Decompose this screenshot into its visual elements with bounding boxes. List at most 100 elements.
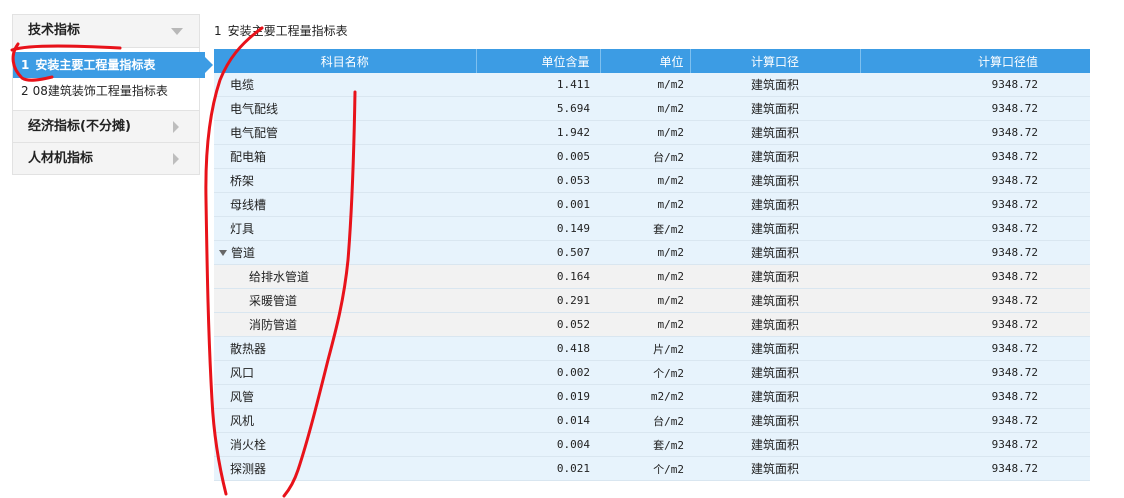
cell-unit-text: m/m2 <box>657 78 685 91</box>
cell-basis-text: 建筑面积 <box>750 390 799 404</box>
cell-unit-qty: 0.164 <box>476 264 600 289</box>
column-header-name[interactable]: 科目名称 <box>214 49 477 73</box>
cell-basis-value-text: 9348.72 <box>991 222 1038 235</box>
sidebar-item-decoration-quantity[interactable]: 2 08建筑装饰工程量指标表 <box>13 78 199 104</box>
cell-unit-qty-text: 0.005 <box>556 150 590 163</box>
cell-basis-value-text: 9348.72 <box>991 438 1038 451</box>
table-row[interactable]: 电气配线 5.694 m/m2 建筑面积 9348.72 <box>214 96 1090 121</box>
chevron-right-icon[interactable] <box>173 153 179 165</box>
cell-basis-text: 建筑面积 <box>750 462 799 476</box>
cell-name-text: 风管 <box>230 390 255 404</box>
cell-basis-text: 建筑面积 <box>750 78 799 92</box>
cell-basis-value: 9348.72 <box>860 73 1090 97</box>
cell-unit-text: 个/m2 <box>653 366 684 380</box>
cell-unit: m/m2 <box>600 312 690 337</box>
cell-unit-text: m/m2 <box>657 318 685 331</box>
chevron-down-icon[interactable] <box>171 28 183 35</box>
sidebar-group-label: 经济指标(不分摊) <box>28 119 131 134</box>
cell-unit-qty-text: 0.053 <box>556 174 590 187</box>
cell-basis-text: 建筑面积 <box>750 270 799 284</box>
cell-name: 消火栓 <box>214 432 476 457</box>
cell-basis: 建筑面积 <box>690 432 860 457</box>
cell-unit-qty-text: 5.694 <box>556 102 590 115</box>
cell-basis-text: 建筑面积 <box>750 294 799 308</box>
cell-unit-text: m/m2 <box>657 246 685 259</box>
cell-basis-text: 建筑面积 <box>750 198 799 212</box>
cell-unit-qty-text: 1.942 <box>556 126 590 139</box>
sidebar-group-economic[interactable]: 经济指标(不分摊) <box>12 111 200 143</box>
cell-unit-text: m/m2 <box>657 294 685 307</box>
cell-basis: 建筑面积 <box>690 216 860 241</box>
table-row[interactable]: 采暖管道 0.291 m/m2 建筑面积 9348.72 <box>214 288 1090 313</box>
cell-unit-qty: 0.004 <box>476 432 600 457</box>
cell-unit-text: m/m2 <box>657 198 685 211</box>
cell-name-text: 灯具 <box>230 222 255 236</box>
cell-basis: 建筑面积 <box>690 96 860 121</box>
cell-unit-qty: 0.418 <box>476 336 600 361</box>
cell-name: 风管 <box>214 384 476 409</box>
table-row[interactable]: 母线槽 0.001 m/m2 建筑面积 9348.72 <box>214 192 1090 217</box>
cell-basis-value: 9348.72 <box>860 408 1090 433</box>
cell-name: 风机 <box>214 408 476 433</box>
cell-unit-qty: 0.005 <box>476 144 600 169</box>
cell-unit-qty-text: 0.014 <box>556 414 590 427</box>
cell-unit: m/m2 <box>600 288 690 313</box>
expand-triangle-icon[interactable] <box>219 250 227 256</box>
table-row[interactable]: 消防管道 0.052 m/m2 建筑面积 9348.72 <box>214 312 1090 337</box>
sidebar-item-install-quantity[interactable]: 1 安装主要工程量指标表 <box>13 52 213 78</box>
cell-basis-value: 9348.72 <box>860 168 1090 193</box>
cell-name: 散热器 <box>214 336 476 361</box>
table-row[interactable]: 桥架 0.053 m/m2 建筑面积 9348.72 <box>214 168 1090 193</box>
cell-unit-qty: 0.019 <box>476 384 600 409</box>
sidebar-submenu: 1 安装主要工程量指标表 2 08建筑装饰工程量指标表 <box>12 47 213 111</box>
cell-name-text: 电缆 <box>230 78 255 92</box>
cell-name-text: 配电箱 <box>230 150 267 164</box>
table-row[interactable]: 散热器 0.418 片/m2 建筑面积 9348.72 <box>214 336 1090 361</box>
table-row[interactable]: 风机 0.014 台/m2 建筑面积 9348.72 <box>214 408 1090 433</box>
cell-basis-text: 建筑面积 <box>750 126 799 140</box>
cell-unit: m2/m2 <box>600 384 690 409</box>
cell-unit-qty: 0.507 <box>476 240 600 265</box>
cell-basis-value: 9348.72 <box>860 288 1090 313</box>
sidebar: 技术指标 1 安装主要工程量指标表 2 08建筑装饰工程量指标表 经济指标(不分摊)… <box>12 14 213 175</box>
sidebar-item-label: 安装主要工程量指标表 <box>35 58 156 72</box>
cell-name-text: 电气配线 <box>230 102 279 116</box>
cell-unit: 个/m2 <box>600 360 690 385</box>
table-row[interactable]: 消火栓 0.004 套/m2 建筑面积 9348.72 <box>214 432 1090 457</box>
sidebar-section-tech-indicators[interactable]: 技术指标 <box>12 14 200 47</box>
table-row[interactable]: 配电箱 0.005 台/m2 建筑面积 9348.72 <box>214 144 1090 169</box>
indicator-table: 科目名称 单位含量 单位 计算口径 计算口径值 电缆 1.411 m/m2 建筑面积 9… <box>214 49 1090 481</box>
table-row[interactable]: 电缆 1.411 m/m2 建筑面积 9348.72 <box>214 73 1090 97</box>
cell-unit-qty: 1.942 <box>476 120 600 145</box>
table-row[interactable]: 管道 0.507 m/m2 建筑面积 9348.72 <box>214 240 1090 265</box>
cell-basis-value: 9348.72 <box>860 312 1090 337</box>
table-row[interactable]: 风口 0.002 个/m2 建筑面积 9348.72 <box>214 360 1090 385</box>
table-row[interactable]: 探测器 0.021 个/m2 建筑面积 9348.72 <box>214 456 1090 481</box>
cell-unit-qty-text: 0.291 <box>556 294 590 307</box>
column-header-basis-value[interactable]: 计算口径值 <box>860 49 1090 73</box>
cell-unit-qty: 0.021 <box>476 456 600 481</box>
cell-unit-qty-text: 0.149 <box>556 222 590 235</box>
sidebar-item-label: 08建筑装饰工程量指标表 <box>32 84 168 98</box>
cell-basis-value: 9348.72 <box>860 240 1090 265</box>
sidebar-group-labor-material[interactable]: 人材机指标 <box>12 143 200 175</box>
cell-basis-text: 建筑面积 <box>750 366 799 380</box>
cell-basis-value-text: 9348.72 <box>991 294 1038 307</box>
cell-basis-text: 建筑面积 <box>750 318 799 332</box>
cell-basis-text: 建筑面积 <box>750 102 799 116</box>
cell-basis: 建筑面积 <box>690 168 860 193</box>
table-row[interactable]: 给排水管道 0.164 m/m2 建筑面积 9348.72 <box>214 264 1090 289</box>
table-row[interactable]: 风管 0.019 m2/m2 建筑面积 9348.72 <box>214 384 1090 409</box>
cell-unit-text: 个/m2 <box>653 462 684 476</box>
cell-unit-text: m/m2 <box>657 102 685 115</box>
column-header-unit[interactable]: 单位 <box>600 49 691 73</box>
cell-basis: 建筑面积 <box>690 456 860 481</box>
cell-unit-text: 台/m2 <box>653 414 684 428</box>
chevron-right-icon[interactable] <box>173 121 179 133</box>
table-row[interactable]: 灯具 0.149 套/m2 建筑面积 9348.72 <box>214 216 1090 241</box>
table-row[interactable]: 电气配管 1.942 m/m2 建筑面积 9348.72 <box>214 120 1090 145</box>
column-header-basis[interactable]: 计算口径 <box>690 49 861 73</box>
column-header-unit-qty[interactable]: 单位含量 <box>476 49 601 73</box>
cell-basis-value: 9348.72 <box>860 120 1090 145</box>
sidebar-group-label: 人材机指标 <box>28 151 94 166</box>
